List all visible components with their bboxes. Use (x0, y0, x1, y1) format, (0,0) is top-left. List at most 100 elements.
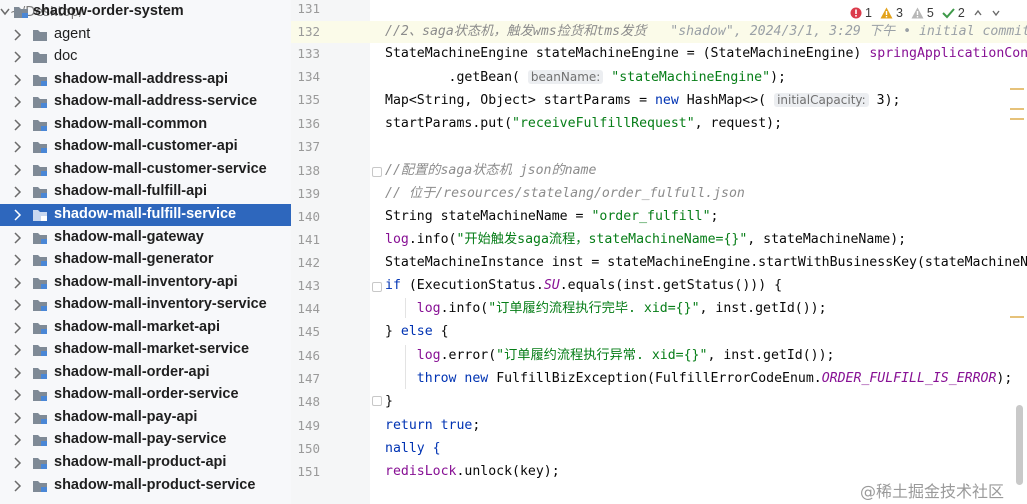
code-line-142[interactable]: StateMachineInstance inst = stateMachine… (385, 252, 1027, 274)
warning-stripe[interactable] (1010, 88, 1024, 90)
warning-stripe[interactable] (1010, 108, 1024, 110)
chevron-right-icon[interactable] (11, 366, 23, 380)
line-number[interactable]: 132 (291, 24, 320, 39)
code-line-145[interactable]: } else { (385, 321, 449, 343)
tree-item-agent[interactable]: agent (0, 24, 291, 46)
code-line-151[interactable]: redisLock.unlock(key); (385, 461, 560, 483)
tree-item-shadow-mall-order-service[interactable]: shadow-mall-order-service (0, 384, 291, 406)
line-number[interactable]: 140 (291, 209, 320, 224)
code-line-146[interactable]: log.error("订单履约流程执行异常. xid={}", inst.get… (385, 345, 835, 367)
chevron-right-icon[interactable] (11, 28, 23, 42)
tree-item-shadow-mall-fulfill-service[interactable]: shadow-mall-fulfill-service (0, 203, 291, 226)
error-count[interactable]: 1 (850, 6, 872, 20)
chevron-right-icon[interactable] (11, 50, 23, 64)
code-line-133[interactable]: StateMachineEngine stateMachineEngine = … (385, 43, 1027, 65)
warning-stripe[interactable] (1010, 118, 1024, 120)
git-blame-annotation[interactable]: "shadow", 2024/3/1, 3:29 下午 • initial co… (670, 24, 1027, 39)
tree-item-shadow-mall-common[interactable]: shadow-mall-common (0, 114, 291, 136)
line-number[interactable]: 133 (291, 46, 320, 61)
tree-item-doc[interactable]: doc (0, 46, 291, 68)
chevron-right-icon[interactable] (11, 456, 23, 470)
weak-warning-count[interactable]: 5 (911, 6, 934, 20)
line-number[interactable]: 135 (291, 92, 320, 107)
editor-scrollbar[interactable] (1016, 405, 1023, 485)
line-number[interactable]: 149 (291, 418, 320, 433)
chevron-right-icon[interactable] (11, 298, 23, 312)
chevron-right-icon[interactable] (11, 208, 23, 222)
line-number[interactable]: 148 (291, 394, 320, 409)
code-line-143[interactable]: if (ExecutionStatus.SU.equals(inst.getSt… (385, 275, 782, 297)
tree-item-shadow-mall-market-service[interactable]: shadow-mall-market-service (0, 339, 291, 361)
code-line-138[interactable]: //配置的saga状态机 json的name (385, 160, 596, 182)
tree-item-shadow-mall-market-api[interactable]: shadow-mall-market-api (0, 317, 291, 339)
fold-marker[interactable] (372, 167, 382, 177)
line-number[interactable]: 136 (291, 116, 320, 131)
typo-count[interactable]: 2 (942, 6, 965, 20)
tree-item-shadow-mall-generator[interactable]: shadow-mall-generator (0, 249, 291, 271)
fold-marker[interactable] (372, 282, 382, 292)
tree-item-shadow-mall-customer-service[interactable]: shadow-mall-customer-service (0, 159, 291, 181)
code-line-134[interactable]: .getBean( beanName: "stateMachineEngine"… (385, 66, 786, 88)
tree-item-shadow-mall-gateway[interactable]: shadow-mall-gateway (0, 227, 291, 249)
chevron-right-icon[interactable] (11, 276, 23, 290)
code-line-140[interactable]: String stateMachineName = "order_fulfill… (385, 206, 718, 228)
previous-highlight-icon[interactable] (973, 8, 983, 18)
line-number[interactable]: 147 (291, 371, 320, 386)
line-number[interactable]: 139 (291, 186, 320, 201)
tree-item-shadow-mall-address-service[interactable]: shadow-mall-address-service (0, 91, 291, 113)
chevron-right-icon[interactable] (11, 433, 23, 447)
chevron-right-icon[interactable] (11, 411, 23, 425)
line-number[interactable]: 145 (291, 324, 320, 339)
warning-count[interactable]: 3 (880, 6, 903, 20)
next-highlight-icon[interactable] (991, 8, 1001, 18)
tree-item-shadow-mall-order-api[interactable]: shadow-mall-order-api (0, 362, 291, 384)
code-line-135[interactable]: Map<String, Object> startParams = new Ha… (385, 89, 900, 111)
line-number[interactable]: 143 (291, 278, 320, 293)
line-number[interactable]: 142 (291, 255, 320, 270)
line-number[interactable]: 146 (291, 348, 320, 363)
chevron-down-icon[interactable] (0, 5, 11, 19)
code-line-147[interactable]: throw new FulfillBizException(FulfillErr… (385, 368, 1013, 390)
tree-item-shadow-mall-fulfill-api[interactable]: shadow-mall-fulfill-api (0, 181, 291, 203)
chevron-right-icon[interactable] (11, 163, 23, 177)
tree-item-shadow-mall-pay-service[interactable]: shadow-mall-pay-service (0, 429, 291, 451)
code-line-149[interactable]: return true; (385, 415, 480, 437)
chevron-right-icon[interactable] (11, 479, 23, 493)
inspection-widget[interactable]: 1 3 5 2 (846, 6, 1005, 20)
line-number[interactable]: 138 (291, 163, 320, 178)
line-number[interactable]: 144 (291, 301, 320, 316)
chevron-right-icon[interactable] (11, 73, 23, 87)
code-line-139[interactable]: // 位于/resources/statelang/order_fulfull.… (385, 183, 745, 205)
tree-item-shadow-mall-product-api[interactable]: shadow-mall-product-api (0, 452, 291, 474)
tree-item-shadow-mall-address-api[interactable]: shadow-mall-address-api (0, 69, 291, 91)
warning-stripe[interactable] (1010, 316, 1024, 318)
chevron-right-icon[interactable] (11, 140, 23, 154)
fold-marker[interactable] (372, 396, 382, 406)
chevron-right-icon[interactable] (11, 185, 23, 199)
code-line-148[interactable]: } (385, 391, 393, 413)
line-number[interactable]: 137 (291, 139, 320, 154)
line-number[interactable]: 151 (291, 464, 320, 479)
tree-item-shadow-mall-product-service[interactable]: shadow-mall-product-service (0, 475, 291, 497)
chevron-right-icon[interactable] (11, 388, 23, 402)
code-line-150[interactable]: nally { (385, 438, 441, 460)
line-number[interactable]: 150 (291, 441, 320, 456)
code-line-132[interactable]: //2、saga状态机，触发wms捡货和tms发货 "shadow", 2024… (385, 21, 1027, 43)
line-number[interactable]: 134 (291, 69, 320, 84)
tree-item-shadow-mall-inventory-api[interactable]: shadow-mall-inventory-api (0, 272, 291, 294)
chevron-right-icon[interactable] (11, 253, 23, 267)
tree-item-shadow-mall-customer-api[interactable]: shadow-mall-customer-api (0, 136, 291, 158)
chevron-right-icon[interactable] (11, 95, 23, 109)
chevron-right-icon[interactable] (11, 343, 23, 357)
chevron-right-icon[interactable] (11, 118, 23, 132)
tree-root-project[interactable]: shadow-order-system ~/Desktop/ (0, 1, 291, 23)
code-line-141[interactable]: log.info("开始触发saga流程，stateMachineName={}… (385, 229, 906, 251)
code-line-144[interactable]: log.info("订单履约流程执行完毕. xid={}", inst.getI… (385, 298, 827, 320)
line-number[interactable]: 141 (291, 232, 320, 247)
tree-item-shadow-mall-pay-api[interactable]: shadow-mall-pay-api (0, 407, 291, 429)
chevron-right-icon[interactable] (11, 321, 23, 335)
tree-item-shadow-mall-inventory-service[interactable]: shadow-mall-inventory-service (0, 294, 291, 316)
chevron-right-icon[interactable] (11, 231, 23, 245)
line-number[interactable]: 131 (291, 1, 320, 16)
code-line-136[interactable]: startParams.put("receiveFulfillRequest",… (385, 113, 782, 135)
